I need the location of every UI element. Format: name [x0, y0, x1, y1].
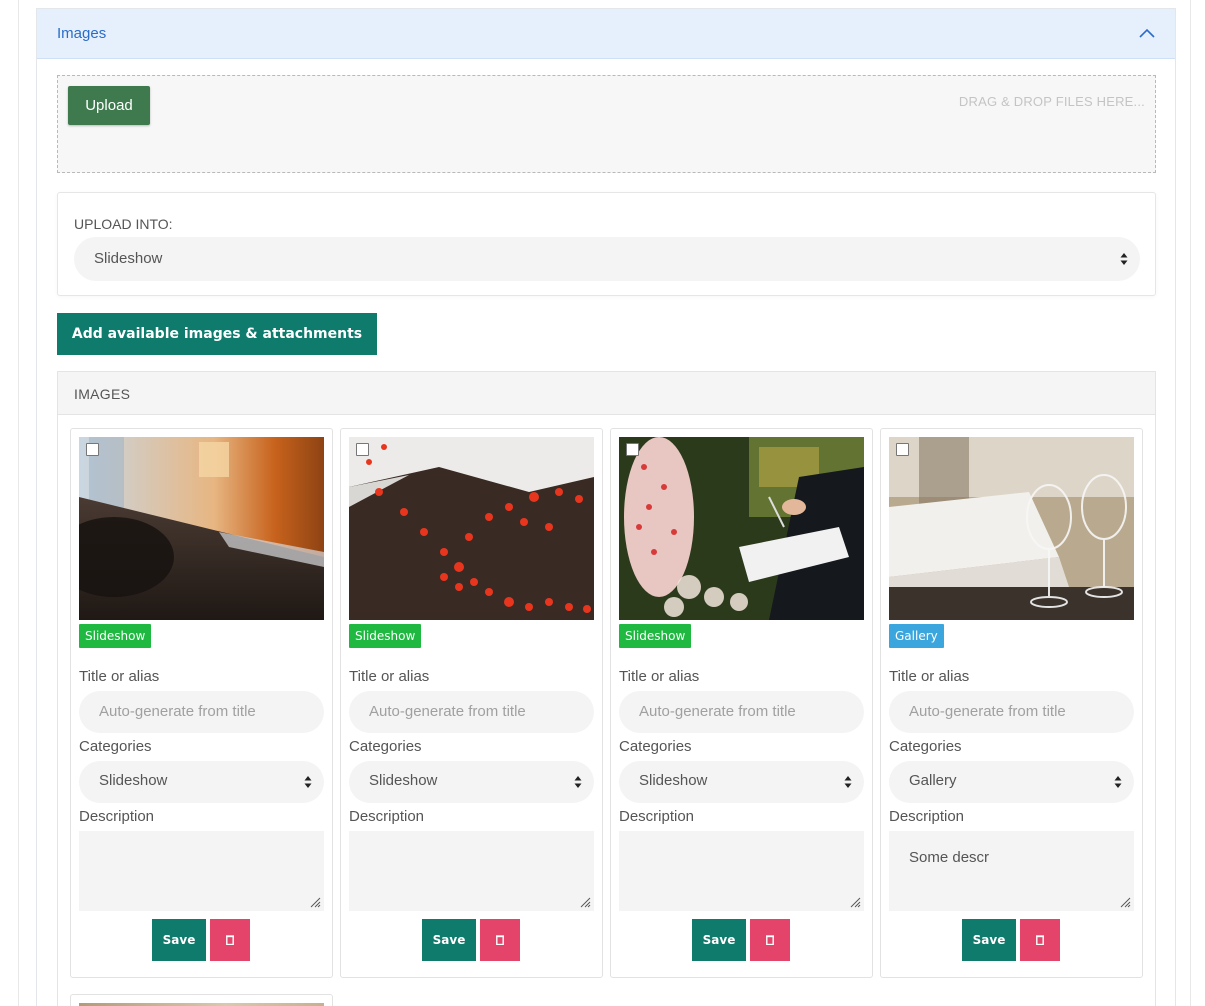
save-button[interactable]: Save — [152, 919, 206, 961]
add-images-button[interactable]: Add available images & attachments — [57, 313, 377, 355]
save-button[interactable]: Save — [962, 919, 1016, 961]
resize-handle-icon[interactable] — [309, 896, 321, 908]
category-badge: Slideshow — [349, 624, 422, 648]
trash-icon — [496, 935, 504, 945]
panel-title: Images — [57, 25, 107, 42]
categories-label: Categories — [79, 738, 152, 755]
trash-icon — [226, 935, 234, 945]
select-checkbox[interactable] — [356, 443, 369, 456]
title-placeholder: Auto-generate from title — [909, 703, 1066, 720]
panel-header[interactable]: Images — [37, 9, 1175, 59]
categories-label: Categories — [619, 738, 692, 755]
page-edge-right — [1190, 0, 1191, 1006]
images-section: IMAGES Slideshow Title or alias Auto-gen… — [57, 371, 1156, 1006]
title-input[interactable]: Auto-generate from title — [349, 691, 594, 733]
title-placeholder: Auto-generate from title — [99, 703, 256, 720]
delete-button[interactable] — [480, 919, 520, 961]
dropzone[interactable]: Upload DRAG & DROP FILES HERE... — [57, 75, 1156, 173]
page-edge-left — [18, 0, 19, 1006]
title-input[interactable]: Auto-generate from title — [619, 691, 864, 733]
category-badge: Slideshow — [619, 624, 692, 648]
categories-label: Categories — [349, 738, 422, 755]
chevron-up-icon[interactable] — [1137, 24, 1157, 44]
title-label: Title or alias — [349, 668, 430, 685]
images-panel: Images Upload DRAG & DROP FILES HERE... … — [36, 8, 1176, 1006]
sort-arrows-icon — [1114, 776, 1122, 788]
delete-button[interactable] — [210, 919, 250, 961]
upload-into-value: Slideshow — [94, 250, 163, 267]
select-checkbox[interactable] — [86, 443, 99, 456]
images-header: IMAGES — [58, 372, 1155, 415]
resize-handle-icon[interactable] — [579, 896, 591, 908]
description-label: Description — [889, 808, 965, 825]
images-title: IMAGES — [74, 386, 131, 402]
category-value: Slideshow — [369, 772, 438, 789]
upload-button[interactable]: Upload — [68, 86, 150, 125]
sort-arrows-icon — [844, 776, 852, 788]
sort-arrows-icon — [304, 776, 312, 788]
title-placeholder: Auto-generate from title — [369, 703, 526, 720]
image-card: Slideshow Title or alias Auto-generate f… — [340, 428, 603, 978]
resize-handle-icon[interactable] — [849, 896, 861, 908]
delete-button[interactable] — [750, 919, 790, 961]
image-thumbnail[interactable] — [619, 437, 864, 620]
title-label: Title or alias — [619, 668, 700, 685]
trash-icon — [1036, 935, 1044, 945]
title-input[interactable]: Auto-generate from title — [79, 691, 324, 733]
trash-icon — [766, 935, 774, 945]
category-value: Slideshow — [639, 772, 708, 789]
category-select[interactable]: Slideshow — [349, 761, 594, 803]
title-input[interactable]: Auto-generate from title — [889, 691, 1134, 733]
category-badge: Slideshow — [79, 624, 152, 648]
description-value: Some descr — [909, 849, 990, 866]
image-thumbnail[interactable] — [349, 437, 594, 620]
title-label: Title or alias — [79, 668, 160, 685]
category-badge: Gallery — [889, 624, 944, 648]
upload-into-select[interactable]: Slideshow — [74, 237, 1140, 281]
upload-into-box: UPLOAD INTO: Slideshow — [57, 192, 1156, 296]
save-button[interactable]: Save — [692, 919, 746, 961]
description-label: Description — [619, 808, 695, 825]
image-card: Slideshow Title or alias Auto-generate f… — [610, 428, 873, 978]
select-checkbox[interactable] — [896, 443, 909, 456]
description-label: Description — [349, 808, 425, 825]
description-label: Description — [79, 808, 155, 825]
image-thumbnail[interactable] — [889, 437, 1134, 620]
categories-label: Categories — [889, 738, 962, 755]
upload-into-label: UPLOAD INTO: — [74, 216, 173, 232]
image-card: Gallery Title or alias Auto-generate fro… — [880, 428, 1143, 978]
category-select[interactable]: Gallery — [889, 761, 1134, 803]
category-value: Slideshow — [99, 772, 168, 789]
drop-hint: DRAG & DROP FILES HERE... — [958, 94, 1145, 109]
resize-handle-icon[interactable] — [1119, 896, 1131, 908]
category-value: Gallery — [909, 772, 957, 789]
sort-arrows-icon — [1120, 253, 1128, 265]
category-select[interactable]: Slideshow — [79, 761, 324, 803]
category-select[interactable]: Slideshow — [619, 761, 864, 803]
image-card-partial — [70, 994, 333, 1006]
image-card: Slideshow Title or alias Auto-generate f… — [70, 428, 333, 978]
title-placeholder: Auto-generate from title — [639, 703, 796, 720]
description-textarea[interactable] — [619, 831, 864, 911]
description-textarea[interactable] — [79, 831, 324, 911]
description-textarea[interactable]: Some descr — [889, 831, 1134, 911]
select-checkbox[interactable] — [626, 443, 639, 456]
title-label: Title or alias — [889, 668, 970, 685]
save-button[interactable]: Save — [422, 919, 476, 961]
delete-button[interactable] — [1020, 919, 1060, 961]
description-textarea[interactable] — [349, 831, 594, 911]
image-thumbnail[interactable] — [79, 437, 324, 620]
sort-arrows-icon — [574, 776, 582, 788]
